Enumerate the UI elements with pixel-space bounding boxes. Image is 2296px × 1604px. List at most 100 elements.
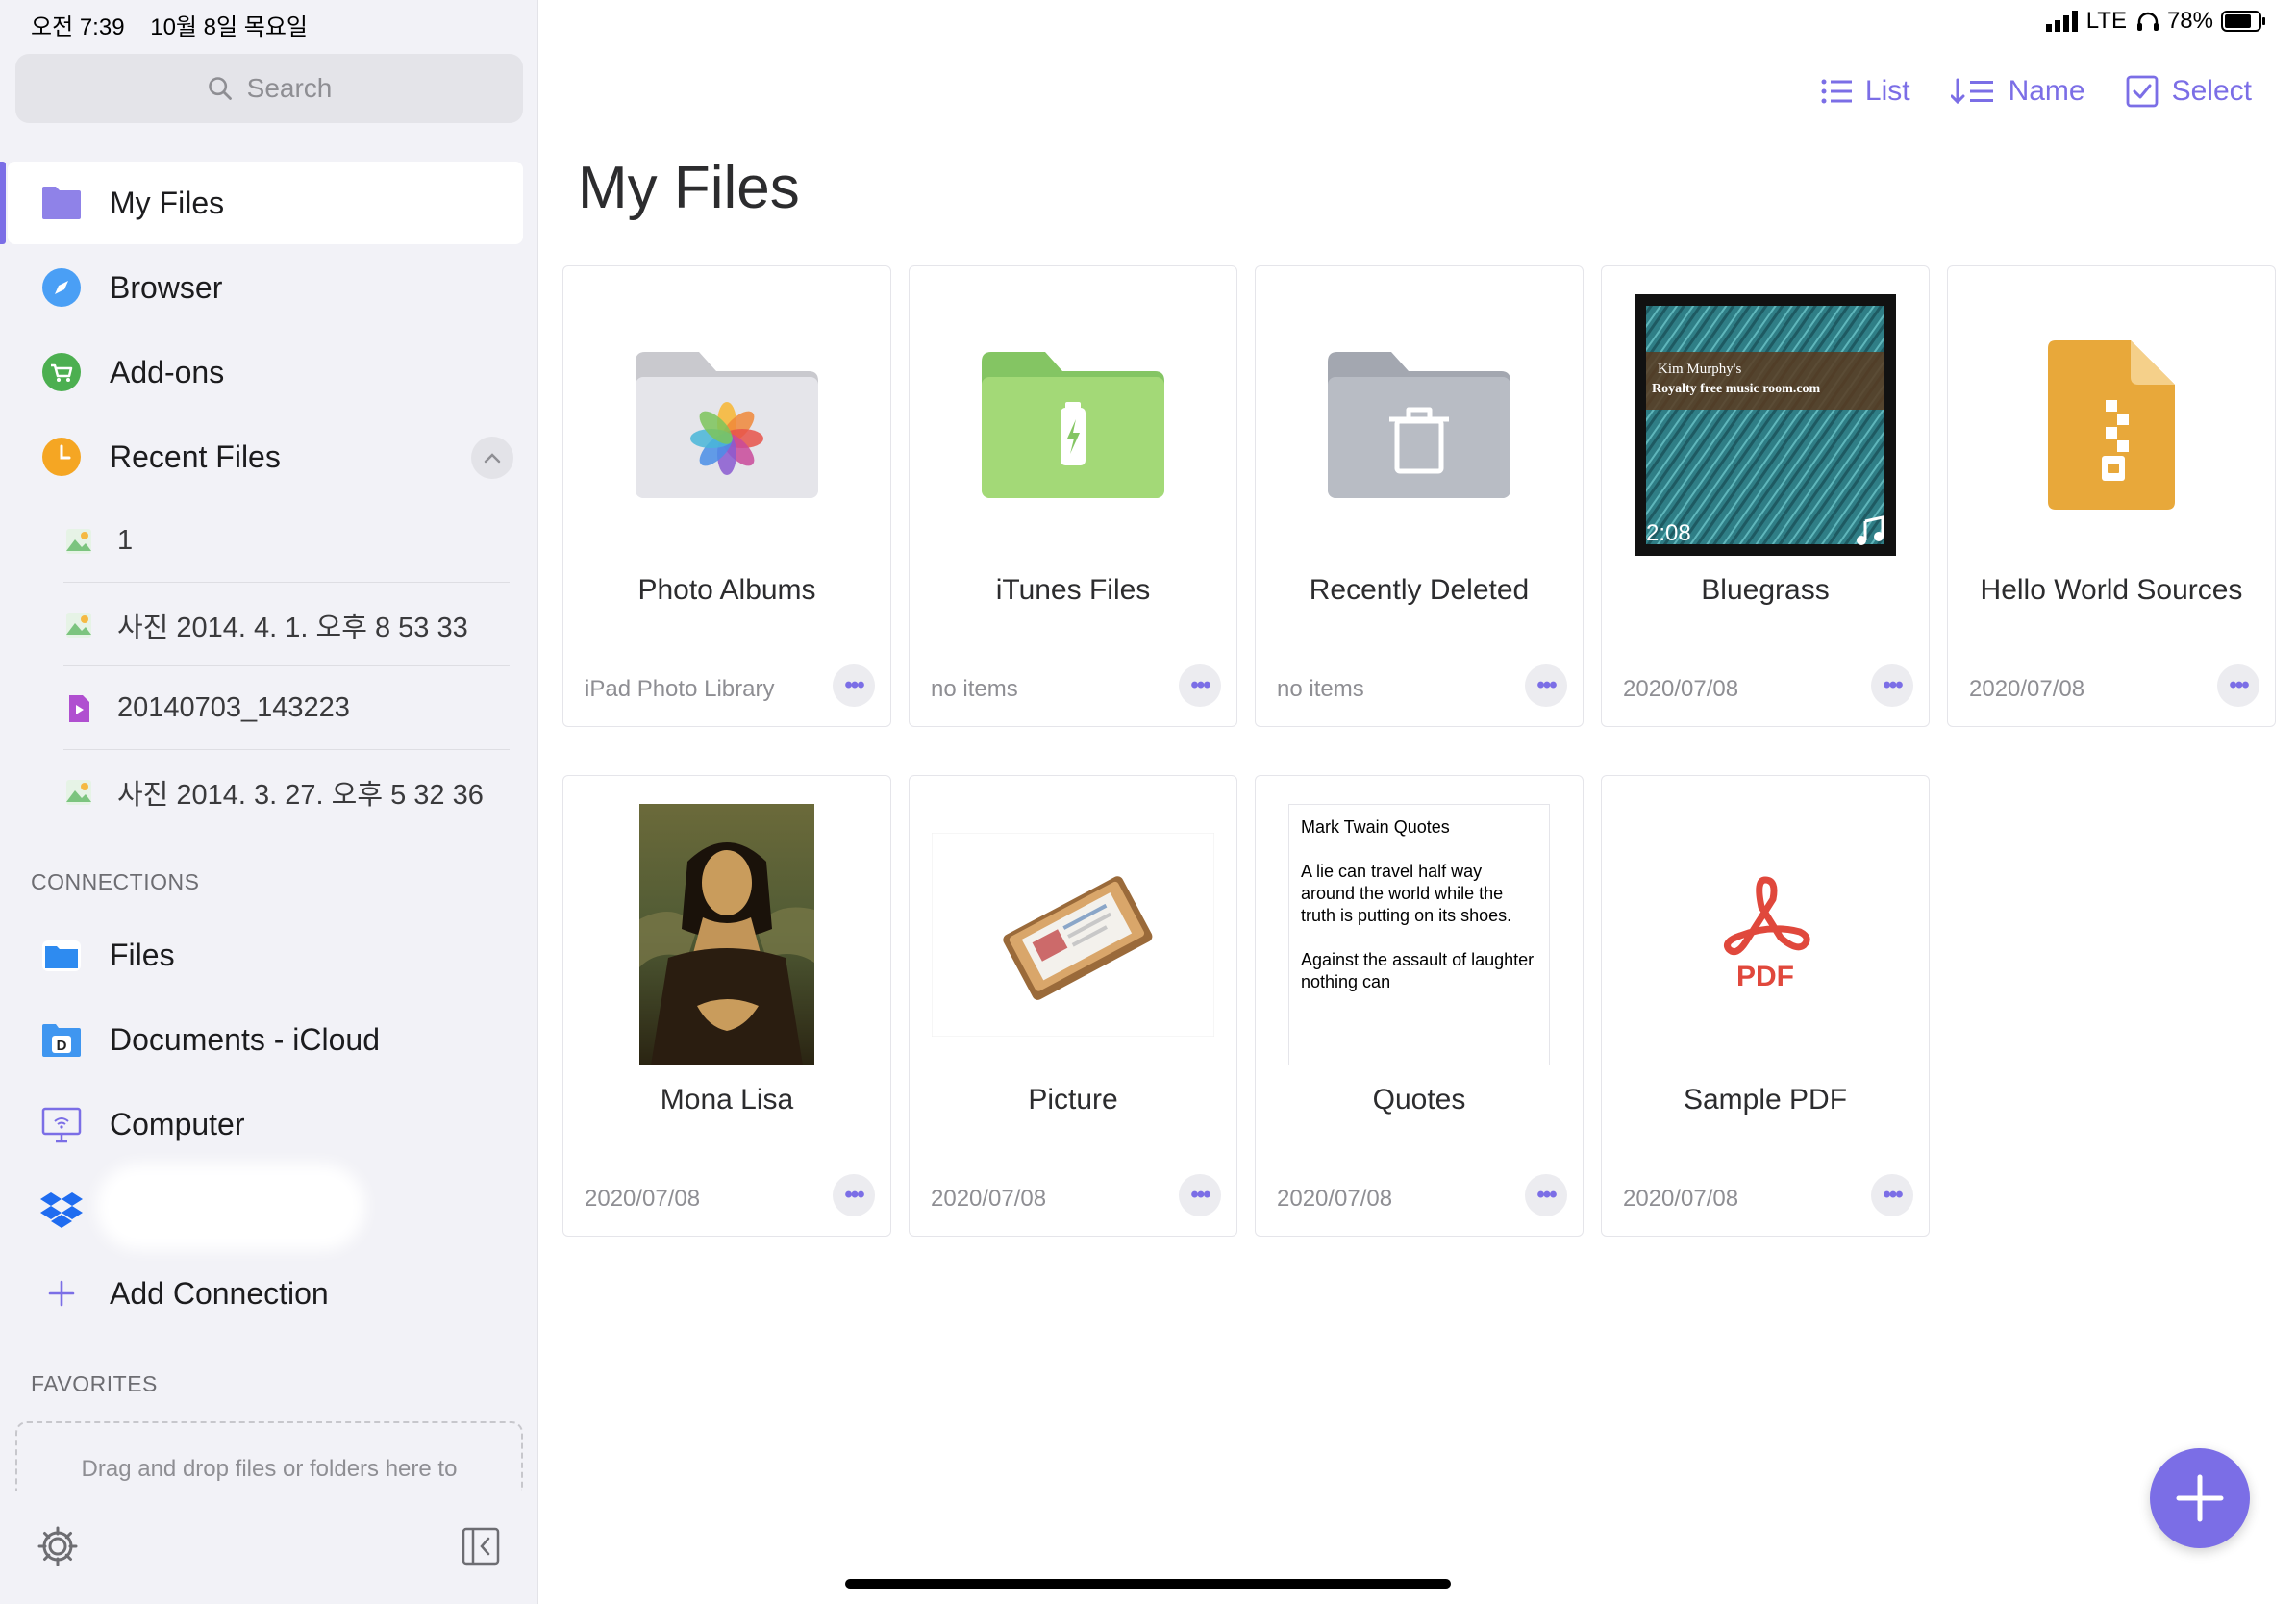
sidebar-item-browser[interactable]: Browser bbox=[8, 246, 523, 329]
status-bar-left: 오전 7:39 10월 8일 목요일 bbox=[31, 8, 327, 41]
add-connection-button[interactable]: Add Connection bbox=[8, 1252, 523, 1335]
file-card-quotes[interactable]: Mark Twain Quotes A lie can travel half … bbox=[1255, 775, 1584, 1237]
collapse-sidebar-icon[interactable] bbox=[460, 1525, 502, 1567]
file-meta: 2020/07/08 bbox=[1623, 1186, 1739, 1212]
pdf-badge: PDF bbox=[1736, 961, 1794, 992]
preview-paragraph-1: A lie can travel half way around the wor… bbox=[1301, 862, 1512, 925]
gear-icon[interactable] bbox=[37, 1525, 79, 1567]
more-options-button[interactable]: ••• bbox=[833, 664, 875, 707]
search-input[interactable]: Search bbox=[15, 54, 523, 123]
connection-label: Files bbox=[110, 937, 175, 972]
ellipsis-icon: ••• bbox=[1536, 672, 1557, 698]
compass-icon bbox=[40, 266, 83, 309]
thumbnail: Kim Murphy's Royalty free music room.com… bbox=[1602, 286, 1929, 564]
favorites-header: FAVORITES bbox=[31, 1371, 158, 1396]
file-card-recently-deleted[interactable]: Recently Deleted no items ••• bbox=[1255, 265, 1584, 727]
file-name: Hello World Sources bbox=[1980, 574, 2243, 606]
network-type: LTE bbox=[2085, 8, 2127, 34]
clock-icon bbox=[40, 436, 83, 478]
album-art-line1: Kim Murphy's bbox=[1658, 362, 1741, 377]
ellipsis-icon: ••• bbox=[844, 672, 864, 698]
more-options-button[interactable]: ••• bbox=[1525, 1174, 1567, 1216]
thumbnail bbox=[1256, 286, 1583, 564]
connection-label: Add Connection bbox=[110, 1275, 329, 1311]
sidebar-item-recent-files[interactable]: Recent Files bbox=[8, 415, 523, 498]
list-view-button[interactable]: List bbox=[1821, 75, 1910, 108]
recent-file-item[interactable]: 20140703_143223 bbox=[63, 667, 510, 750]
sidebar-item-my-files[interactable]: My Files bbox=[0, 162, 523, 244]
connection-computer[interactable]: Computer bbox=[8, 1083, 523, 1165]
select-label: Select bbox=[2171, 75, 2252, 107]
favorites-drop-zone[interactable]: Drag and drop files or folders here to bbox=[15, 1421, 523, 1491]
zip-file-icon bbox=[2048, 340, 2175, 510]
ellipsis-icon: ••• bbox=[2229, 672, 2249, 698]
more-options-button[interactable]: ••• bbox=[1179, 664, 1221, 707]
file-card-itunes-files[interactable]: iTunes Files no items ••• bbox=[909, 265, 1237, 727]
ellipsis-icon: ••• bbox=[1536, 1182, 1557, 1208]
recent-file-label: 1 bbox=[117, 525, 134, 556]
search-placeholder: Search bbox=[246, 73, 333, 103]
sort-icon bbox=[1950, 78, 1993, 105]
battery-percent: 78% bbox=[2166, 8, 2213, 34]
file-card-photo-albums[interactable]: Photo Albums iPad Photo Library ••• bbox=[562, 265, 891, 727]
svg-text:D: D bbox=[57, 1038, 67, 1054]
file-card-bluegrass[interactable]: Kim Murphy's Royalty free music room.com… bbox=[1601, 265, 1930, 727]
thumbnail: PDF bbox=[1602, 795, 1929, 1074]
list-view-label: List bbox=[1864, 75, 1910, 107]
file-card-mona-lisa[interactable]: Mona Lisa 2020/07/08 ••• bbox=[562, 775, 891, 1237]
status-date: 10월 8일 목요일 bbox=[150, 14, 308, 40]
file-meta: 2020/07/08 bbox=[1969, 676, 2085, 702]
more-options-button[interactable]: ••• bbox=[1871, 664, 1913, 707]
preview-title: Mark Twain Quotes bbox=[1301, 817, 1450, 837]
more-options-button[interactable]: ••• bbox=[1871, 1174, 1913, 1216]
video-file-icon bbox=[69, 694, 89, 722]
recent-file-item[interactable]: 사진 2014. 3. 27. 오후 5 32 36 bbox=[63, 751, 510, 834]
signal-icon bbox=[2045, 11, 2078, 32]
thumbnail bbox=[910, 795, 1236, 1074]
text-document-preview: Mark Twain Quotes A lie can travel half … bbox=[1288, 804, 1550, 1065]
sidebar-item-add-ons[interactable]: Add-ons bbox=[8, 331, 523, 414]
file-card-hello-world-sources[interactable]: Hello World Sources 2020/07/08 ••• bbox=[1947, 265, 2276, 727]
more-options-button[interactable]: ••• bbox=[1525, 664, 1567, 707]
file-meta: 2020/07/08 bbox=[931, 1186, 1047, 1212]
documents-folder-icon: D bbox=[40, 1018, 83, 1061]
sidebar-item-label: My Files bbox=[110, 185, 225, 220]
file-name: Sample PDF bbox=[1683, 1084, 1848, 1115]
audio-album-art: Kim Murphy's Royalty free music room.com… bbox=[1635, 294, 1896, 556]
search-icon bbox=[208, 77, 232, 100]
sidebar: 오전 7:39 10월 8일 목요일 Search My Files Brows… bbox=[0, 0, 538, 1604]
file-name: Photo Albums bbox=[637, 574, 816, 606]
connection-files[interactable]: Files bbox=[8, 914, 523, 996]
file-meta: no items bbox=[1277, 676, 1364, 702]
sidebar-item-label: Add-ons bbox=[110, 354, 225, 389]
recent-file-item[interactable]: 사진 2014. 4. 1. 오후 8 53 33 bbox=[63, 584, 510, 666]
folder-icon bbox=[40, 182, 83, 224]
sort-label: Name bbox=[2008, 75, 2085, 107]
ellipsis-icon: ••• bbox=[1883, 672, 1903, 698]
file-meta: iPad Photo Library bbox=[585, 676, 775, 702]
file-name: Recently Deleted bbox=[1309, 574, 1530, 606]
ellipsis-icon: ••• bbox=[844, 1182, 864, 1208]
sort-name-button[interactable]: Name bbox=[1950, 75, 2085, 108]
cart-icon bbox=[40, 351, 83, 393]
more-options-button[interactable]: ••• bbox=[2217, 664, 2259, 707]
image-file-icon bbox=[66, 612, 91, 638]
more-options-button[interactable]: ••• bbox=[1179, 1174, 1221, 1216]
battery-icon bbox=[2221, 11, 2265, 32]
select-button[interactable]: Select bbox=[2126, 75, 2252, 108]
files-folder-icon bbox=[40, 934, 83, 976]
more-options-button[interactable]: ••• bbox=[833, 1174, 875, 1216]
connection-documents-icloud[interactable]: D Documents - iCloud bbox=[8, 998, 523, 1081]
file-name: Mona Lisa bbox=[660, 1084, 794, 1115]
collapse-recent-button[interactable] bbox=[471, 437, 513, 479]
pdf-file-icon: PDF bbox=[1724, 876, 1810, 992]
add-button[interactable] bbox=[2150, 1448, 2250, 1548]
plus-icon bbox=[40, 1272, 83, 1315]
recent-file-item[interactable]: 1 bbox=[63, 500, 510, 583]
home-indicator[interactable] bbox=[845, 1579, 1451, 1589]
file-card-sample-pdf[interactable]: PDF Sample PDF 2020/07/08 ••• bbox=[1601, 775, 1930, 1237]
checkbox-icon bbox=[2126, 75, 2159, 108]
file-card-picture[interactable]: Picture 2020/07/08 ••• bbox=[909, 775, 1237, 1237]
thumbnail bbox=[1948, 286, 2275, 564]
ellipsis-icon: ••• bbox=[1190, 1182, 1210, 1208]
